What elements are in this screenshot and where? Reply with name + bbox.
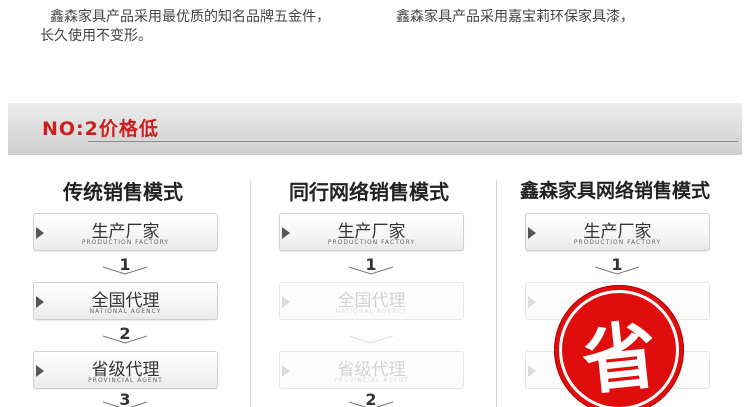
column-divider bbox=[250, 180, 251, 407]
step-production-factory: 生产厂家 PRODUCTION FACTORY bbox=[33, 213, 218, 251]
column-title: 同行网络销售模式 bbox=[289, 180, 449, 204]
step-sublabel: NATIONAL AGENCY bbox=[89, 308, 162, 315]
step-production-factory: 生产厂家 PRODUCTION FACTORY bbox=[525, 213, 710, 251]
intro-text-durable: 长久使用不变形。 bbox=[40, 28, 152, 44]
column-title: 鑫森家具网络销售模式 bbox=[519, 180, 710, 202]
chevron-down-icon bbox=[102, 401, 148, 407]
step-national-agency-skipped: 全国代理 NATIONAL AGENCY bbox=[279, 282, 464, 320]
seal-glyph: 省 bbox=[578, 312, 661, 406]
step-provincial-agent-skipped: 省级代理 PROVINCIAL AGENT bbox=[279, 351, 464, 389]
step-national-agency: 全国代理 NATIONAL AGENCY bbox=[33, 282, 218, 320]
step-sublabel: PROVINCIAL AGENT bbox=[334, 377, 409, 384]
step-sublabel: PRODUCTION FACTORY bbox=[327, 239, 416, 246]
chevron-down-icon bbox=[348, 401, 394, 407]
chevron-down-icon bbox=[102, 335, 148, 344]
chevron-down-icon bbox=[102, 266, 148, 275]
section-title: NO:2价格低 bbox=[42, 118, 159, 140]
step-provincial-agent: 省级代理 PROVINCIAL AGENT bbox=[33, 351, 218, 389]
intro-text-hardware: 鑫森家具产品采用最优质的知名品牌五金件， bbox=[50, 9, 330, 25]
step-sublabel: PRODUCTION FACTORY bbox=[573, 239, 662, 246]
chevron-down-icon bbox=[348, 335, 394, 344]
save-seal-stamp: 省 bbox=[554, 285, 684, 407]
step-production-factory: 生产厂家 PRODUCTION FACTORY bbox=[279, 213, 464, 251]
column-title: 传统销售模式 bbox=[63, 180, 183, 204]
intro-text-paint: 鑫森家具产品采用嘉宝莉环保家具漆， bbox=[396, 9, 634, 25]
chevron-down-icon bbox=[594, 266, 640, 275]
section-underline bbox=[88, 141, 738, 142]
column-divider bbox=[496, 180, 497, 407]
chevron-down-icon bbox=[348, 266, 394, 275]
step-sublabel: PROVINCIAL AGENT bbox=[88, 377, 163, 384]
step-sublabel: NATIONAL AGENCY bbox=[335, 308, 408, 315]
step-sublabel: PRODUCTION FACTORY bbox=[81, 239, 170, 246]
section-header-bar: NO:2价格低 bbox=[8, 103, 742, 155]
